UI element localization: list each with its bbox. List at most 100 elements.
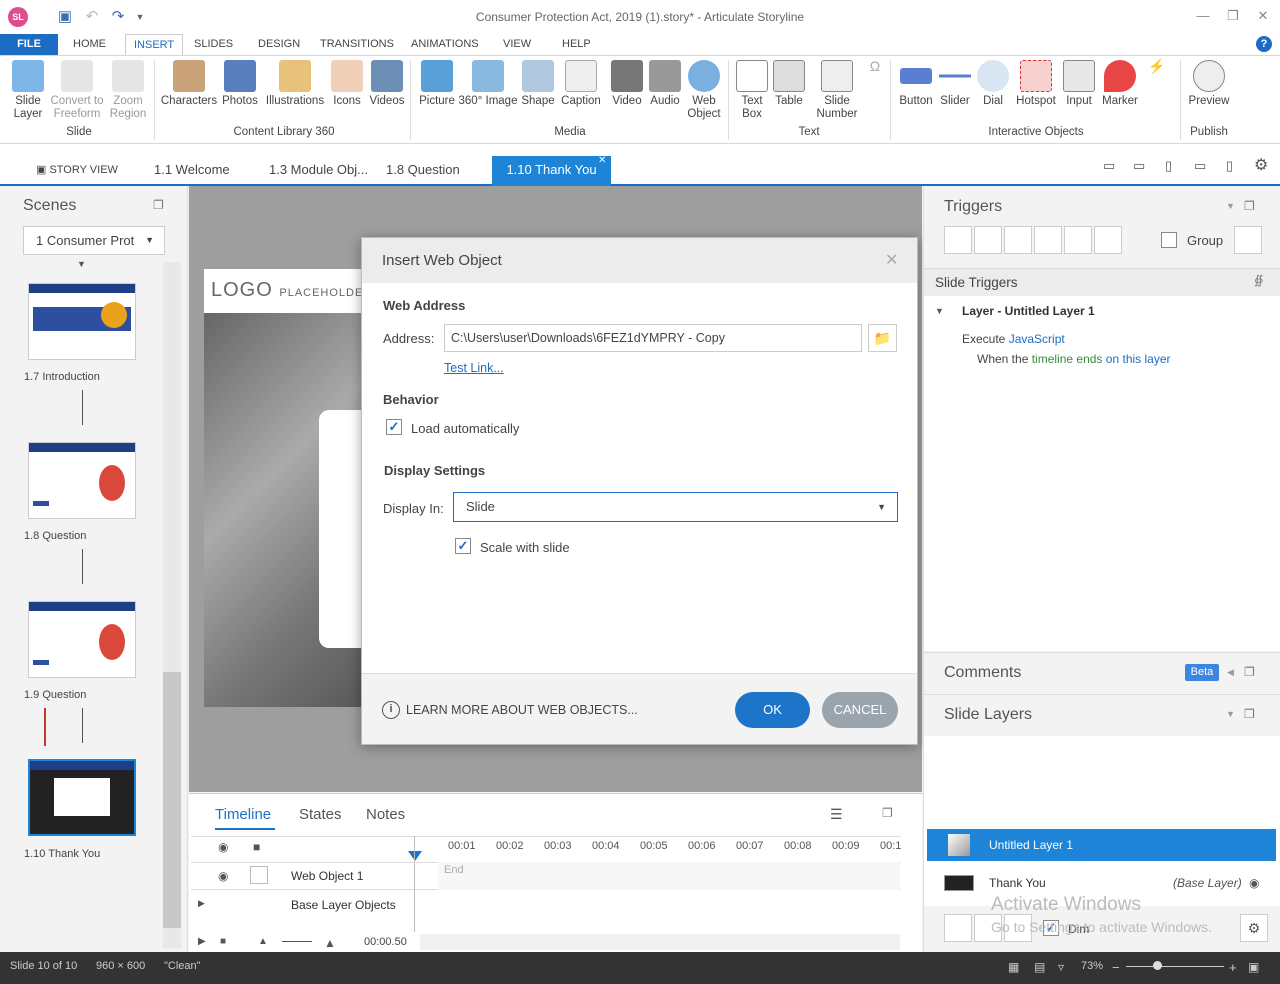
test-link[interactable]: Test Link...	[444, 361, 504, 375]
convert-freeform-button[interactable]: Convert to Freeform	[48, 60, 106, 121]
panel-float-icon[interactable]: ❐	[153, 198, 164, 212]
load-automatically-checkbox[interactable]: ✓	[386, 419, 402, 435]
audio-button[interactable]: Audio	[648, 60, 682, 108]
scene-dropdown[interactable]: 1 Consumer Prot ▼	[23, 226, 165, 255]
story-view-tab[interactable]: ▣ STORY VIEW	[32, 156, 122, 186]
text-box-button[interactable]: Text Box	[734, 60, 770, 121]
close-icon[interactable]: ✕	[885, 250, 898, 270]
zoom-region-button[interactable]: Zoom Region	[106, 60, 150, 121]
grid-view-icon[interactable]: ▦	[1008, 960, 1019, 974]
help-icon[interactable]: ?	[1256, 36, 1272, 52]
ok-button[interactable]: OK	[735, 692, 810, 728]
group-checkbox[interactable]	[1161, 232, 1177, 248]
shape-button[interactable]: Shape	[518, 60, 558, 108]
desktop-view-icon[interactable]: ▭	[1103, 158, 1115, 174]
slide-thumbnail-selected[interactable]	[28, 759, 136, 836]
timeline-hscrollbar[interactable]	[420, 934, 900, 950]
zoom-slider-track[interactable]	[1126, 966, 1224, 967]
trigger-icon[interactable]: ⚡	[1148, 59, 1165, 73]
videos-button[interactable]: Videos	[366, 60, 408, 108]
picture-button[interactable]: Picture	[416, 60, 458, 108]
chevron-down-icon[interactable]: ▼	[1226, 201, 1235, 211]
tab-timeline[interactable]: Timeline	[215, 806, 271, 823]
browse-folder-button[interactable]: 📁	[868, 324, 897, 352]
preview-button[interactable]: Preview	[1186, 60, 1232, 108]
tab-states[interactable]: States	[299, 806, 342, 823]
tab-module-obj[interactable]: 1.3 Module Obj...	[265, 156, 372, 186]
normal-view-icon[interactable]: ▤	[1034, 960, 1045, 974]
learn-more-link[interactable]: LEARN MORE ABOUT WEB OBJECTS...	[406, 703, 638, 717]
360-image-button[interactable]: 360° Image	[458, 60, 518, 108]
expand-icon[interactable]: ▶	[198, 898, 205, 909]
delete-trigger-button[interactable]	[1064, 226, 1092, 254]
panel-float-icon[interactable]: ❐	[1244, 707, 1255, 721]
scrollbar-thumb[interactable]	[163, 672, 181, 928]
layer-settings-button[interactable]: ⚙	[1240, 914, 1268, 942]
minimize-icon[interactable]: —	[1188, 8, 1218, 23]
button-button[interactable]: Button	[896, 60, 936, 108]
marker-button[interactable]: Marker	[1100, 60, 1140, 108]
lock-toggle[interactable]	[250, 866, 268, 884]
layer-item-selected[interactable]	[927, 829, 1276, 861]
copy-trigger-button[interactable]	[1004, 226, 1032, 254]
tab-thank-you[interactable]: 1.10 Thank You	[492, 156, 611, 186]
layer-trigger-group[interactable]: Layer - Untitled Layer 1	[962, 304, 1095, 318]
slide-layer-button[interactable]: Slide Layer	[8, 60, 48, 121]
menu-view[interactable]: VIEW	[495, 34, 539, 55]
tab-welcome[interactable]: 1.1 Welcome	[150, 156, 234, 186]
reorder-trigger-button[interactable]	[1094, 226, 1122, 254]
playhead[interactable]	[408, 851, 422, 861]
menu-transitions[interactable]: TRANSITIONS	[312, 34, 402, 55]
lock-icon[interactable]: ■	[253, 840, 260, 854]
stop-icon[interactable]: ■	[220, 936, 226, 947]
symbol-icon[interactable]: Ω	[866, 59, 884, 73]
new-layer-button[interactable]	[944, 914, 972, 942]
menu-slides[interactable]: SLIDES	[186, 34, 241, 55]
zoom-out-icon[interactable]: ▲	[258, 936, 268, 947]
panel-float-icon[interactable]: ❐	[1244, 665, 1255, 679]
tab-question[interactable]: 1.8 Question	[382, 156, 464, 186]
eye-icon[interactable]: ◉	[218, 869, 228, 883]
panel-float-icon[interactable]: ❐	[882, 806, 893, 820]
timeline-bar[interactable]	[438, 862, 900, 890]
display-in-select[interactable]: Slide ▼	[453, 492, 898, 522]
tab-notes[interactable]: Notes	[366, 806, 405, 823]
align-icon[interactable]: ☰	[830, 806, 843, 823]
edit-trigger-button[interactable]	[974, 226, 1002, 254]
menu-help[interactable]: HELP	[554, 34, 599, 55]
trigger-condition[interactable]: When the timeline ends on this layer	[977, 352, 1171, 366]
phone-landscape-icon[interactable]: ▭	[1194, 158, 1206, 174]
fit-icon[interactable]: ▿	[1058, 960, 1064, 974]
eye-icon[interactable]: ◉	[218, 840, 228, 854]
restore-icon[interactable]: ❐	[1218, 8, 1248, 24]
web-object-button[interactable]: Web Object	[684, 60, 724, 121]
fit-to-window-icon[interactable]: ▣	[1248, 960, 1259, 974]
chevron-left-icon[interactable]: ◀	[1227, 667, 1234, 678]
scale-with-slide-checkbox[interactable]: ✓	[455, 538, 471, 554]
illustrations-button[interactable]: Illustrations	[262, 60, 328, 108]
phone-portrait-icon[interactable]: ▯	[1226, 158, 1233, 174]
panel-float-icon[interactable]: ❐	[1244, 199, 1255, 213]
menu-home[interactable]: HOME	[65, 34, 114, 55]
tablet-landscape-icon[interactable]: ▭	[1133, 158, 1145, 174]
play-icon[interactable]: ▶	[198, 936, 206, 947]
characters-button[interactable]: Characters	[160, 60, 218, 108]
table-button[interactable]: Table	[770, 60, 808, 108]
input-button[interactable]: Input	[1060, 60, 1098, 108]
chevron-down-icon[interactable]: ▼	[935, 306, 944, 316]
close-window-icon[interactable]: ✕	[1248, 8, 1278, 24]
layer-name[interactable]: Thank You	[989, 876, 1046, 890]
video-button[interactable]: Video	[606, 60, 648, 108]
comments-title[interactable]: Comments	[944, 664, 1021, 682]
photos-button[interactable]: Photos	[218, 60, 262, 108]
menu-file[interactable]: FILE	[0, 34, 58, 55]
menu-design[interactable]: DESIGN	[250, 34, 308, 55]
tablet-portrait-icon[interactable]: ▯	[1165, 158, 1172, 174]
menu-insert[interactable]: INSERT	[125, 34, 184, 55]
hotspot-button[interactable]: Hotspot	[1012, 60, 1060, 108]
slide-number-button[interactable]: Slide Number	[810, 60, 864, 121]
slide-thumbnail[interactable]	[28, 442, 136, 519]
chevron-down-icon[interactable]: ▼	[1226, 709, 1235, 719]
variables-button[interactable]	[1234, 226, 1262, 254]
new-trigger-button[interactable]	[944, 226, 972, 254]
